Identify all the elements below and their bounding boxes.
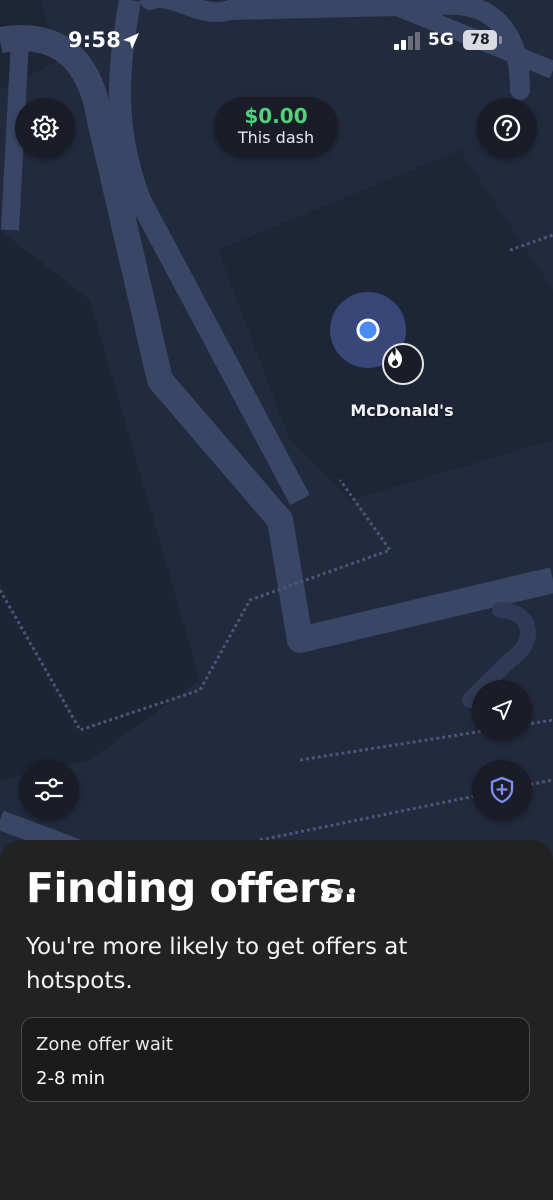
- filter-button[interactable]: [19, 760, 79, 820]
- gear-icon: [30, 115, 60, 141]
- status-bar: 9:58 5G 78: [0, 0, 553, 82]
- navigation-arrow-icon: [492, 700, 512, 720]
- help-button[interactable]: [477, 98, 537, 158]
- recenter-button[interactable]: [472, 680, 532, 740]
- sheet-subtitle: You're more likely to get offers at hots…: [26, 934, 408, 994]
- safety-shield-icon: [490, 776, 514, 804]
- earnings-label: This dash: [237, 128, 315, 147]
- battery-level: 78: [463, 30, 497, 50]
- hotspot-marker[interactable]: [382, 343, 424, 385]
- zone-wait-value: 2-8 min: [36, 1068, 106, 1089]
- hotspot-place-label: McDonald's: [350, 401, 454, 420]
- location-arrow-icon: [123, 33, 139, 49]
- filter-sliders-icon: [34, 778, 64, 801]
- battery-tip: [499, 36, 502, 44]
- earnings-amount: $0.00: [244, 104, 308, 128]
- user-location-dot: [356, 318, 380, 342]
- cellular-signal-icon: [394, 32, 420, 50]
- network-type: 5G: [428, 30, 454, 50]
- sheet-title: Finding offers.: [26, 864, 358, 912]
- settings-button[interactable]: [15, 98, 75, 158]
- help-icon: [493, 114, 521, 142]
- offers-bottom-sheet[interactable]: Finding offers. You're more likely to ge…: [0, 840, 553, 1200]
- earnings-pill[interactable]: $0.00 This dash: [214, 97, 338, 157]
- zone-wait-card: Zone offer wait 2-8 min: [21, 1017, 530, 1102]
- safety-button[interactable]: [472, 760, 532, 820]
- zone-wait-label: Zone offer wait: [36, 1034, 173, 1055]
- status-time: 9:58: [68, 28, 122, 52]
- loading-dots-icon: [322, 888, 355, 898]
- hotspot-flame-icon: [388, 346, 402, 368]
